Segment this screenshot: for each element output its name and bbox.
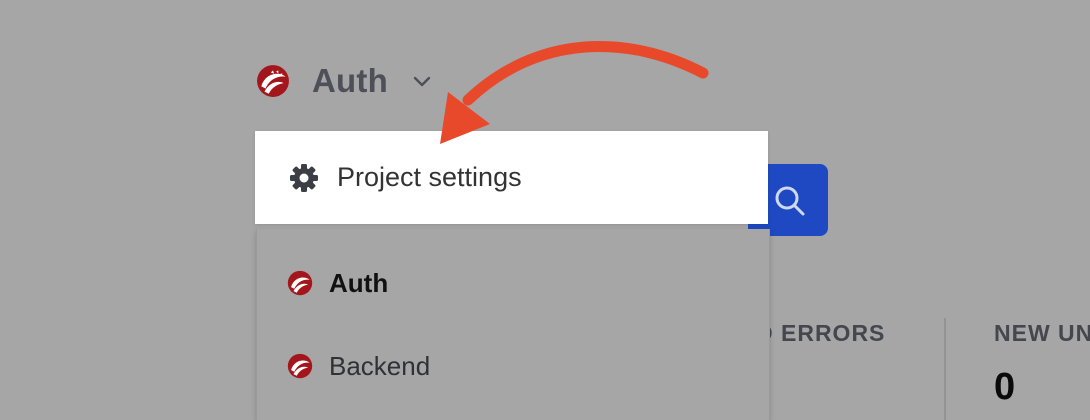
stats-divider (944, 318, 946, 420)
gear-icon (289, 163, 319, 193)
project-logo-icon (287, 353, 313, 379)
project-option-label: Backend (329, 350, 431, 381)
stat-value-new: 0 (994, 366, 1016, 408)
project-settings-label: Project settings (337, 162, 522, 192)
project-settings-menu-item[interactable]: Project settings (255, 131, 768, 224)
chevron-down-icon[interactable] (410, 69, 434, 93)
stat-header-errors: D ERRORS (756, 320, 886, 346)
project-option-label: Auth (329, 267, 389, 298)
search-icon (772, 183, 808, 219)
stat-header-new: NEW UN (994, 320, 1090, 346)
project-logo-icon (256, 64, 290, 98)
project-option-backend[interactable]: Backend (287, 346, 430, 386)
project-option-auth[interactable]: Auth (287, 263, 388, 303)
project-title: Auth (312, 62, 388, 99)
project-logo-icon (287, 270, 313, 296)
project-dropdown: Auth Backend (256, 229, 770, 420)
project-switcher[interactable]: Auth (256, 56, 434, 106)
